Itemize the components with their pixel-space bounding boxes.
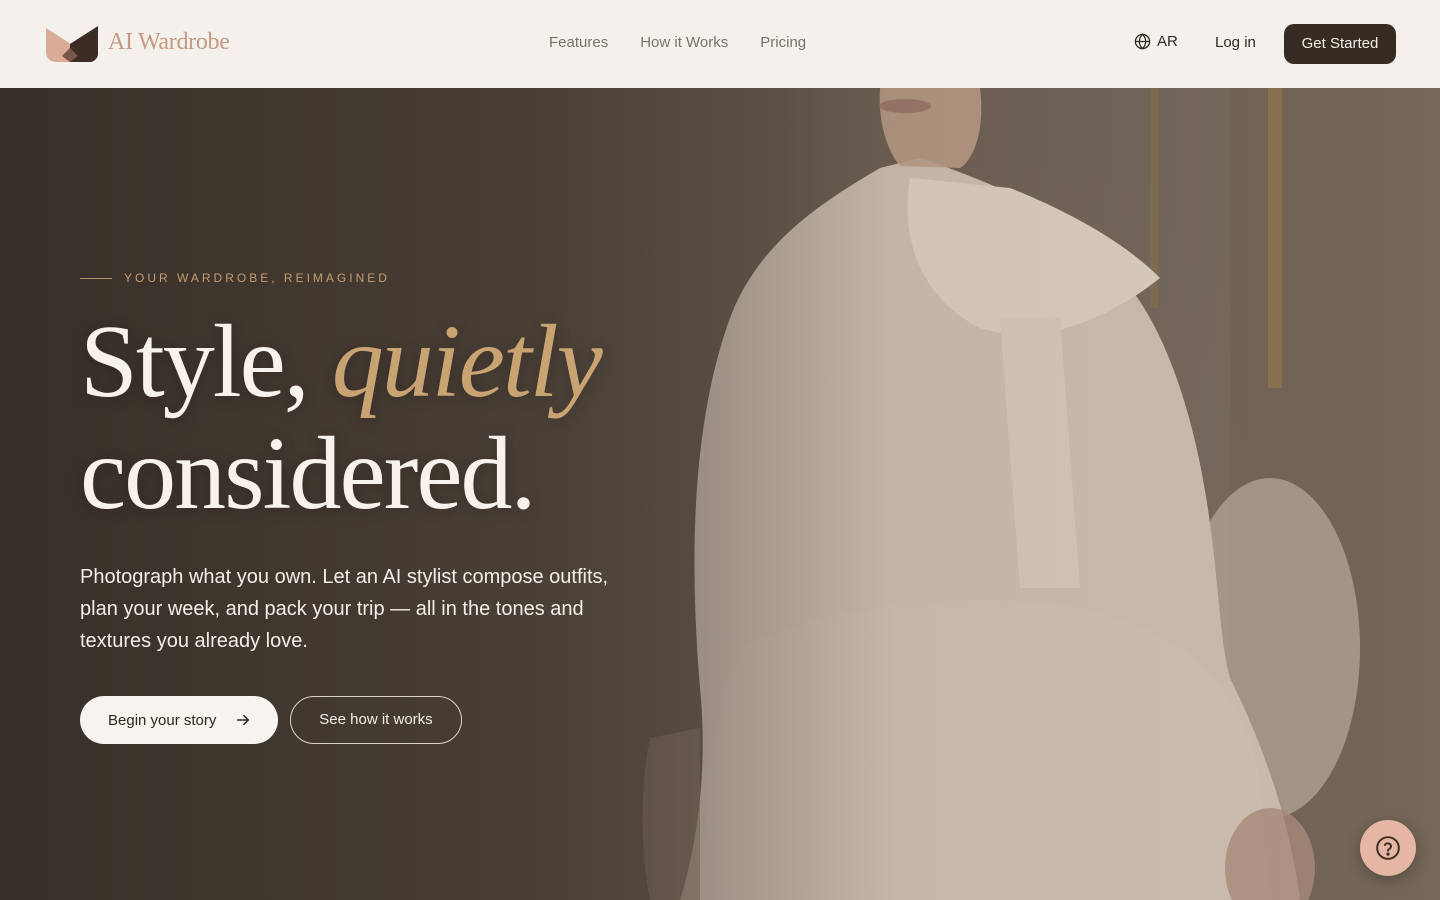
hero-eyebrow: YOUR WARDROBE, REIMAGINED (124, 271, 390, 285)
nav-how-it-works[interactable]: How it Works (640, 34, 728, 51)
language-label: AR (1157, 33, 1178, 50)
brand-logo-icon[interactable] (46, 24, 98, 64)
see-how-it-works-button[interactable]: See how it works (290, 696, 462, 744)
brand-name[interactable]: AI Wardrobe (108, 29, 230, 56)
arrow-right-icon (236, 714, 250, 726)
begin-story-label: Begin your story (108, 711, 217, 729)
globe-icon (1134, 33, 1151, 50)
hero-subcopy: Photograph what you own. Let an AI styli… (80, 566, 609, 652)
question-mark-icon (1376, 836, 1400, 860)
headline-accent: quietly (331, 304, 603, 419)
primary-nav: Features How it Works Pricing (549, 34, 806, 51)
language-switcher[interactable]: AR (1134, 33, 1178, 50)
begin-story-button[interactable]: Begin your story (80, 696, 278, 744)
nav-features[interactable]: Features (549, 34, 608, 51)
login-link[interactable]: Log in (1215, 34, 1256, 51)
nav-pricing[interactable]: Pricing (760, 34, 806, 51)
headline-part-2: considered. (80, 416, 536, 531)
get-started-button[interactable]: Get Started (1284, 24, 1396, 64)
site-header: AI Wardrobe Features How it Works Pricin… (0, 0, 1440, 88)
headline-part-1: Style, (80, 304, 332, 419)
hero-headline: Style, quietly considered. (80, 304, 603, 531)
help-button[interactable] (1360, 820, 1416, 876)
eyebrow-rule (80, 278, 112, 279)
